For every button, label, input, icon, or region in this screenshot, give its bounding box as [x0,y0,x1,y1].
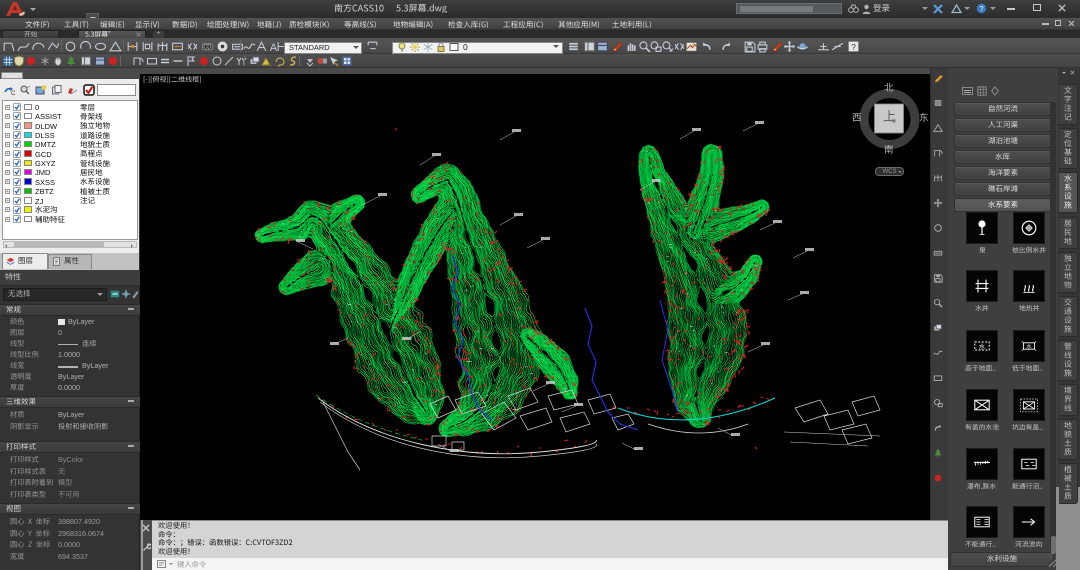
svg-text:?: ? [851,41,856,51]
svg-text:CD: CD [203,44,211,50]
svg-text:?: ? [979,4,983,13]
svg-text:C: C [11,91,15,96]
